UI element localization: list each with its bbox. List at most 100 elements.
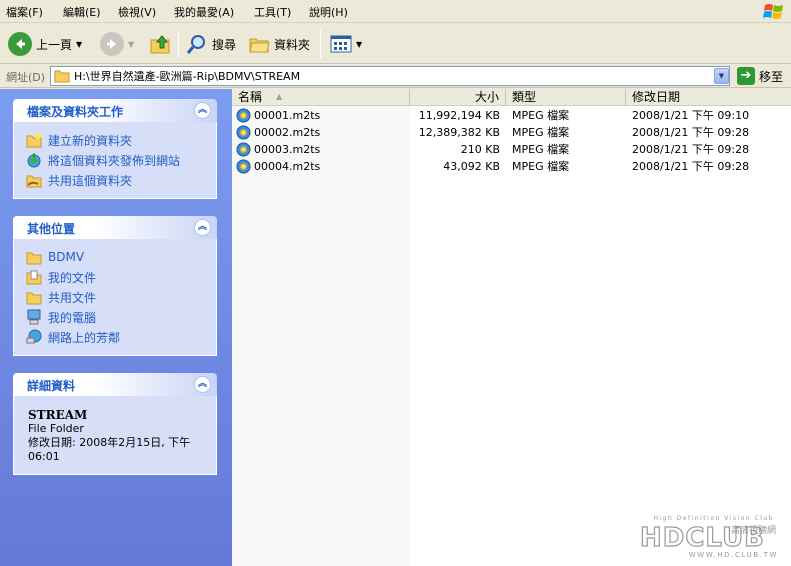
menu-bar: 檔案(F) 編輯(E) 檢視(V) 我的最愛(A) 工具(T) 說明(H) — [0, 0, 791, 23]
back-button[interactable]: 上一頁 ▼ — [8, 28, 82, 60]
address-input[interactable]: H:\世界自然遺產-歐洲篇-Rip\BDMV\STREAM — [50, 66, 730, 86]
menu-file[interactable]: 檔案(F) — [6, 4, 43, 20]
other-places-body: BDMV 我的文件 共用文件 我的電腦 網路上的芳鄰 — [13, 239, 217, 356]
task-publish-web[interactable]: 將這個資料夾發佈到網站 — [26, 150, 216, 170]
file-size: 11,992,194 KB — [418, 109, 500, 122]
up-folder-button[interactable] — [149, 28, 173, 60]
windows-logo-icon — [763, 4, 783, 19]
folders-label: 資料夾 — [274, 37, 311, 52]
address-bar: 網址(D) H:\世界自然遺產-歐洲篇-Rip\BDMV\STREAM ▼ ➔ … — [0, 65, 791, 88]
task-new-folder[interactable]: 建立新的資料夾 — [26, 130, 216, 150]
column-label: 修改日期 — [632, 90, 681, 104]
menu-edit[interactable]: 編輯(E) — [63, 4, 101, 20]
media-file-icon — [236, 125, 251, 140]
collapse-icon[interactable]: ︽ — [194, 219, 211, 236]
file-type: MPEG 檔案 — [512, 109, 570, 122]
file-date: 2008/1/21 下午 09:28 — [632, 160, 750, 173]
collapse-icon[interactable]: ︽ — [194, 102, 211, 119]
place-label: 我的文件 — [48, 270, 97, 285]
column-header-size[interactable]: 大小 — [410, 89, 506, 106]
file-row[interactable]: 00003.m2ts 210 KB MPEG 檔案 2008/1/21 下午 0… — [232, 141, 791, 158]
panel-title: 檔案及資料夾工作 — [27, 105, 124, 119]
details-modified-time: 06:01 — [28, 450, 60, 463]
task-label: 共用這個資料夾 — [48, 173, 133, 188]
sort-ascending-icon: ▲ — [276, 92, 283, 101]
views-button[interactable]: ▼ — [330, 28, 362, 60]
place-label: 共用文件 — [48, 290, 97, 305]
views-dropdown-icon[interactable]: ▼ — [356, 40, 362, 49]
place-shared-documents[interactable]: 共用文件 — [26, 287, 216, 307]
column-label: 大小 — [474, 90, 499, 104]
views-icon — [330, 35, 352, 53]
column-label: 類型 — [512, 90, 537, 104]
task-label: 將這個資料夾發佈到網站 — [48, 153, 181, 168]
watermark-tagline: High Definition Vision Club — [653, 515, 774, 522]
place-label: 網路上的芳鄰 — [48, 330, 121, 345]
new-folder-icon — [26, 133, 42, 148]
sorted-column-background — [232, 106, 410, 566]
file-name: 00001.m2ts — [254, 109, 321, 122]
file-type: MPEG 檔案 — [512, 160, 570, 173]
menu-view[interactable]: 檢視(V) — [118, 4, 156, 20]
file-row[interactable]: 00004.m2ts 43,092 KB MPEG 檔案 2008/1/21 下… — [232, 158, 791, 175]
file-name-cell: 00001.m2ts — [236, 107, 320, 124]
place-bdmv[interactable]: BDMV — [26, 247, 216, 267]
panel-title: 其他位置 — [27, 222, 76, 236]
back-dropdown-icon[interactable]: ▼ — [76, 40, 82, 49]
file-name: 00004.m2ts — [254, 160, 321, 173]
folders-icon — [249, 38, 270, 53]
file-row[interactable]: 00001.m2ts 11,992,194 KB MPEG 檔案 2008/1/… — [232, 107, 791, 124]
search-button[interactable]: 搜尋 — [186, 28, 236, 60]
forward-arrow-icon — [100, 32, 124, 56]
go-arrow-icon: ➔ — [737, 67, 755, 85]
address-path: H:\世界自然遺產-歐洲篇-Rip\BDMV\STREAM — [74, 70, 301, 83]
folders-button[interactable]: 資料夾 — [248, 28, 310, 60]
file-name-cell: 00003.m2ts — [236, 141, 320, 158]
details-body: STREAM File Folder 修改日期: 2008年2月15日, 下午 … — [13, 396, 217, 475]
column-header-name[interactable]: 名稱 ▲ — [232, 89, 410, 106]
my-documents-icon — [26, 270, 42, 285]
collapse-icon[interactable]: ︽ — [194, 376, 211, 393]
menu-favorites[interactable]: 我的最愛(A) — [174, 4, 234, 20]
column-header-type[interactable]: 類型 — [506, 89, 626, 106]
file-tasks-header[interactable]: 檔案及資料夾工作 ︽ — [13, 99, 217, 122]
file-type: MPEG 檔案 — [512, 143, 570, 156]
address-dropdown-button[interactable]: ▼ — [714, 68, 729, 84]
file-size: 210 KB — [460, 143, 500, 156]
address-label: 網址(D) — [6, 71, 46, 84]
file-list: 名稱 ▲ 大小 類型 修改日期 00001.m2ts 11,992,194 KB… — [232, 89, 791, 566]
task-pane: 檔案及資料夾工作 ︽ 建立新的資料夾 將這個資料夾發佈到網站 共用這個資料夾 其… — [0, 89, 232, 566]
place-my-computer[interactable]: 我的電腦 — [26, 307, 216, 327]
forward-button[interactable]: ▼ — [100, 28, 134, 60]
file-date: 2008/1/21 下午 09:10 — [632, 109, 750, 122]
task-share-folder[interactable]: 共用這個資料夾 — [26, 170, 216, 190]
file-name-cell: 00002.m2ts — [236, 124, 320, 141]
column-label: 名稱 — [238, 90, 263, 104]
go-button[interactable]: ➔ 移至 — [737, 67, 783, 85]
media-file-icon — [236, 159, 251, 174]
watermark-chinese: 高清視聽網 — [730, 526, 776, 536]
place-my-documents[interactable]: 我的文件 — [26, 267, 216, 287]
details-header[interactable]: 詳細資料 ︽ — [13, 373, 217, 396]
other-places-panel: 其他位置 ︽ BDMV 我的文件 共用文件 我的電腦 網路上的芳鄰 — [13, 216, 217, 356]
shared-documents-icon — [26, 292, 42, 305]
media-file-icon — [236, 108, 251, 123]
other-places-header[interactable]: 其他位置 ︽ — [13, 216, 217, 239]
column-header-date[interactable]: 修改日期 — [626, 89, 791, 106]
details-panel: 詳細資料 ︽ STREAM File Folder 修改日期: 2008年2月1… — [13, 373, 217, 475]
details-modified-date: 修改日期: 2008年2月15日, 下午 — [28, 436, 191, 449]
menu-help[interactable]: 說明(H) — [309, 4, 348, 20]
file-row[interactable]: 00002.m2ts 12,389,382 KB MPEG 檔案 2008/1/… — [232, 124, 791, 141]
toolbar-separator — [178, 30, 179, 58]
file-date: 2008/1/21 下午 09:28 — [632, 143, 750, 156]
menu-tools[interactable]: 工具(T) — [254, 4, 291, 20]
back-label: 上一頁 — [36, 37, 73, 52]
forward-dropdown-icon[interactable]: ▼ — [128, 40, 134, 49]
back-arrow-icon — [8, 32, 32, 56]
place-label: 我的電腦 — [48, 310, 97, 325]
watermark-url: WWW.HD.CLUB.TW — [688, 551, 778, 559]
place-network[interactable]: 網路上的芳鄰 — [26, 327, 216, 347]
details-folder-type: File Folder — [28, 422, 84, 435]
file-type: MPEG 檔案 — [512, 126, 570, 139]
watermark-logo: High Definition Vision Club HDCLUB 高清視聽網… — [636, 515, 786, 561]
